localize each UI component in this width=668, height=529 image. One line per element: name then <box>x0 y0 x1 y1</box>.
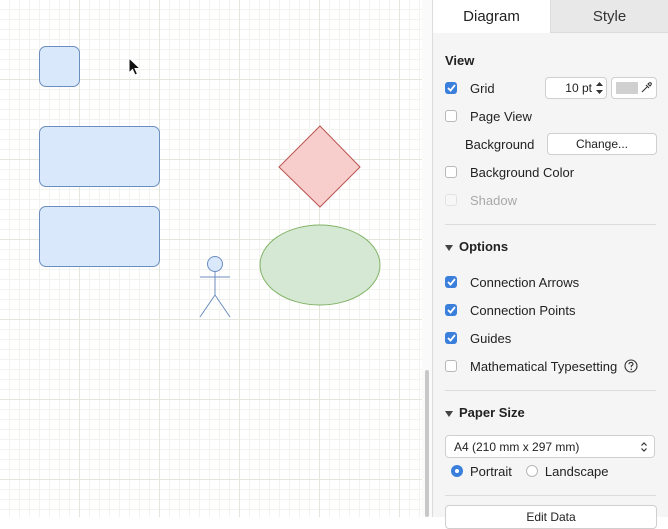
rounded-rectangle-small[interactable] <box>39 46 80 87</box>
diamond-shape[interactable] <box>278 125 362 209</box>
math-typesetting-checkbox[interactable] <box>445 360 457 372</box>
paper-size-selected-value: A4 (210 mm x 297 mm) <box>454 440 580 454</box>
ellipse-shape[interactable] <box>258 223 382 307</box>
grid-color-swatch <box>616 82 638 94</box>
connection-arrows-row: Connection Arrows <box>445 271 656 293</box>
orientation-row: Portrait Landscape <box>451 460 656 482</box>
connection-points-row: Connection Points <box>445 299 656 321</box>
math-typesetting-label: Mathematical Typesetting <box>470 358 618 374</box>
collapse-triangle-icon <box>445 410 453 417</box>
options-section-title: Options <box>459 239 509 254</box>
grid-label: Grid <box>470 80 495 96</box>
guides-label: Guides <box>470 330 512 346</box>
canvas-vertical-scrollbar[interactable] <box>422 0 432 517</box>
tab-style[interactable]: Style <box>550 0 668 33</box>
check-icon <box>446 334 456 342</box>
shadow-checkbox <box>445 194 457 206</box>
check-icon <box>446 306 456 314</box>
actor-figure[interactable] <box>197 255 233 319</box>
background-color-checkbox[interactable] <box>445 166 457 178</box>
grid-size-stepper[interactable]: 10 pt <box>545 77 607 99</box>
page-view-label: Page View <box>470 108 532 124</box>
guides-checkbox[interactable] <box>445 332 457 344</box>
collapse-triangle-icon <box>445 244 453 251</box>
section-divider <box>445 390 656 391</box>
landscape-radio[interactable] <box>525 465 538 477</box>
tab-diagram[interactable]: Diagram <box>433 0 550 33</box>
math-typesetting-row: Mathematical Typesetting <box>445 355 656 377</box>
check-icon <box>446 84 456 92</box>
rounded-rectangle-bottom[interactable] <box>39 206 160 267</box>
paper-size-section-toggle[interactable]: Paper Size <box>445 405 525 420</box>
panel-tabs: Diagram Style <box>433 0 668 33</box>
diagram-canvas[interactable] <box>0 0 422 517</box>
stepper-arrows-icon[interactable] <box>595 80 604 96</box>
connection-arrows-checkbox[interactable] <box>445 276 457 288</box>
options-section-toggle[interactable]: Options <box>445 239 508 254</box>
check-icon <box>446 278 456 286</box>
background-color-label: Background Color <box>470 164 575 180</box>
view-section-title: View <box>445 53 475 68</box>
grid-color-picker[interactable] <box>611 77 657 99</box>
mouse-pointer-icon <box>128 57 142 76</box>
eyedropper-icon[interactable] <box>640 82 652 94</box>
guides-row: Guides <box>445 327 656 349</box>
background-label: Background <box>465 136 535 152</box>
scrollbar-thumb[interactable] <box>425 370 429 517</box>
connection-points-checkbox[interactable] <box>445 304 457 316</box>
page-view-row: Page View <box>445 105 656 127</box>
edit-data-button[interactable]: Edit Data <box>445 505 657 529</box>
page-view-checkbox[interactable] <box>445 110 457 122</box>
connection-arrows-label: Connection Arrows <box>470 274 580 290</box>
background-change-button[interactable]: Change... <box>547 133 657 155</box>
shadow-label: Shadow <box>470 192 517 208</box>
grid-size-input[interactable]: 10 pt <box>565 81 592 95</box>
select-chevrons-icon <box>641 442 647 452</box>
shadow-row: Shadow <box>445 189 656 211</box>
landscape-label: Landscape <box>544 463 609 479</box>
paper-size-select[interactable]: A4 (210 mm x 297 mm) <box>445 435 655 458</box>
section-divider <box>445 224 656 225</box>
connection-points-label: Connection Points <box>470 302 576 318</box>
section-divider <box>445 495 656 496</box>
help-icon[interactable] <box>624 359 638 373</box>
rounded-rectangle-top[interactable] <box>39 126 160 187</box>
background-color-row: Background Color <box>445 161 656 183</box>
portrait-radio[interactable] <box>451 465 463 477</box>
portrait-label: Portrait <box>470 463 512 479</box>
format-panel: Diagram Style View Grid 10 pt Page View … <box>432 0 668 529</box>
grid-checkbox[interactable] <box>445 82 457 94</box>
paper-size-section-title: Paper Size <box>459 405 525 420</box>
